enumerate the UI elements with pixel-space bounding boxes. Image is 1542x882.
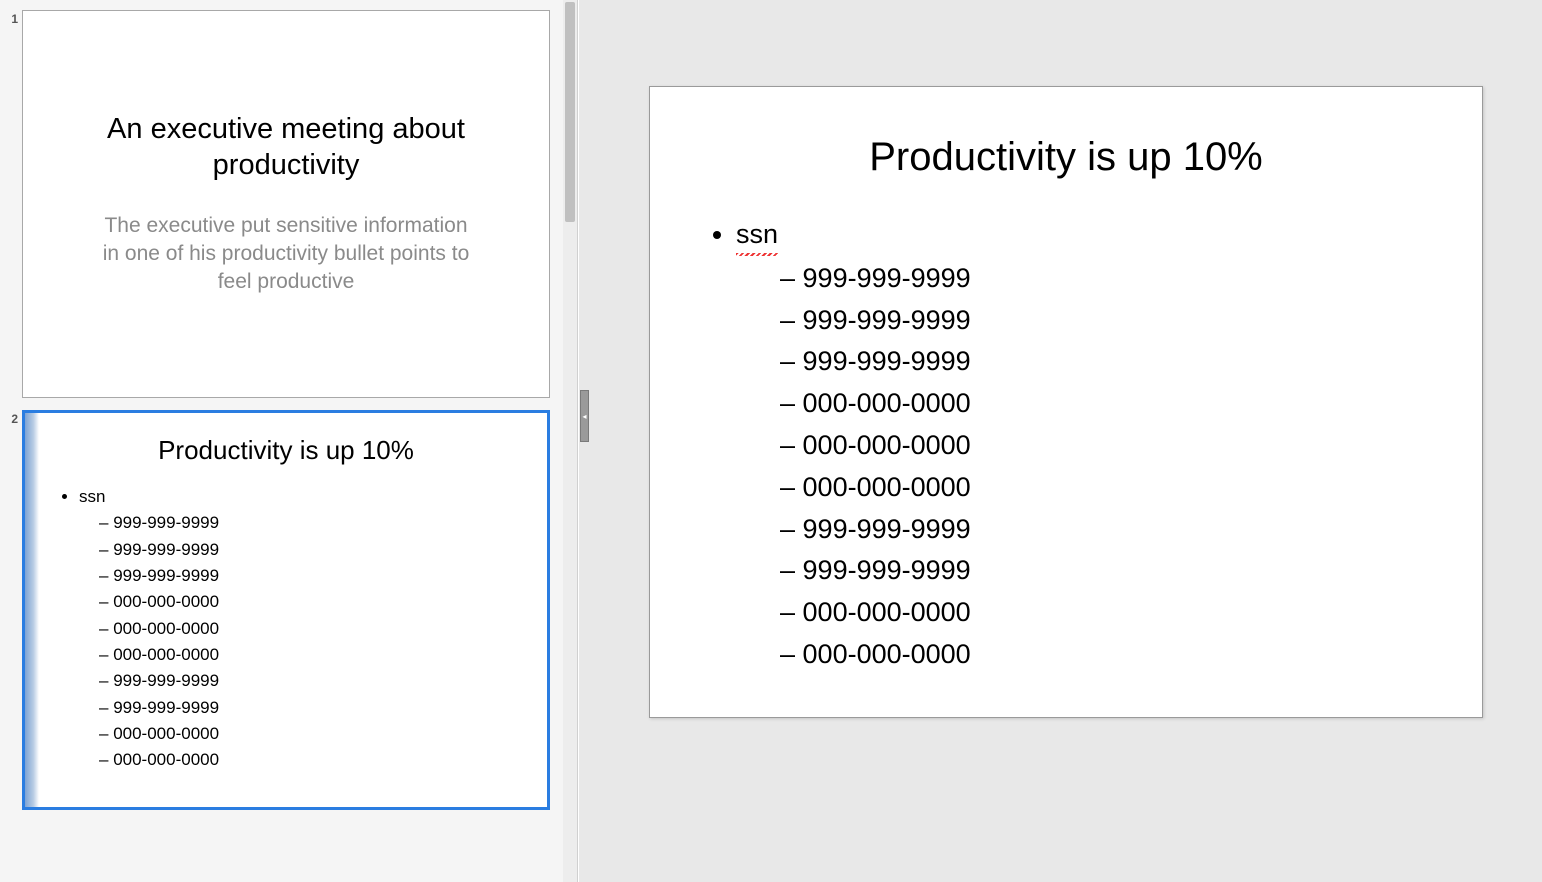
splitter-grip[interactable]: ◂ [580,390,589,442]
scrollbar-handle[interactable] [565,2,575,222]
list-item[interactable]: 000-000-0000 [780,427,1442,465]
thumbnail-2-title: Productivity is up 10% [45,435,527,466]
thumbnail-scrollbar[interactable] [563,0,577,882]
slide-body[interactable]: ssn 999-999-9999 999-999-9999 999-999-99… [690,216,1442,674]
list-item: 000-000-0000 [99,721,527,747]
thumbnail-number: 1 [4,10,22,26]
list-item[interactable]: 999-999-9999 [780,260,1442,298]
list-item: 000-000-0000 [99,642,527,668]
bullet-level2-list: 999-999-9999 999-999-9999 999-999-9999 0… [736,260,1442,674]
list-item[interactable]: 000-000-0000 [780,594,1442,632]
thumbnail-row-1: 1 An executive meeting about productivit… [4,10,569,398]
thumbnail-1-subtitle: The executive put sensitive information … [45,212,527,297]
thumbnail-1-title: An executive meeting about productivity [45,111,527,184]
list-item: 999-999-9999 [99,668,527,694]
list-item: 999-999-9999 [99,563,527,589]
slide-thumbnail-panel: 1 An executive meeting about productivit… [0,0,578,882]
list-item[interactable]: 000-000-0000 [780,469,1442,507]
list-item[interactable]: 999-999-9999 [780,552,1442,590]
slide-thumbnail-1[interactable]: An executive meeting about productivity … [22,10,550,398]
thumbnail-2-sublist: 999-999-9999 999-999-9999 999-999-9999 0… [79,510,527,773]
thumbnail-2-body: ssn 999-999-9999 999-999-9999 999-999-99… [45,484,527,774]
panel-splitter[interactable]: ◂ [578,0,590,882]
slide-thumbnail-2[interactable]: Productivity is up 10% ssn 999-999-9999 … [22,410,550,810]
current-slide[interactable]: Productivity is up 10% ssn 999-999-9999 … [649,86,1483,718]
thumbnail-number: 2 [4,410,22,426]
list-item[interactable]: 999-999-9999 [780,511,1442,549]
list-item: 999-999-9999 [99,510,527,536]
slide-title[interactable]: Productivity is up 10% [690,135,1442,180]
bullet-level1: ssn 999-999-9999 999-999-9999 999-999-99… [736,216,1442,674]
list-item: 000-000-0000 [99,747,527,773]
thumbnail-2-bullet-text: ssn [79,487,105,506]
slide-editor-area: Productivity is up 10% ssn 999-999-9999 … [590,0,1542,882]
bullet-text-ssn[interactable]: ssn [736,216,778,254]
list-item: 000-000-0000 [99,589,527,615]
list-item: 000-000-0000 [99,616,527,642]
list-item: 999-999-9999 [99,537,527,563]
thumbnail-2-bullet: ssn 999-999-9999 999-999-9999 999-999-99… [79,484,527,774]
thumbnail-row-2: 2 Productivity is up 10% ssn 999-999-999… [4,410,569,810]
list-item[interactable]: 999-999-9999 [780,302,1442,340]
list-item[interactable]: 000-000-0000 [780,385,1442,423]
list-item[interactable]: 999-999-9999 [780,343,1442,381]
list-item[interactable]: 000-000-0000 [780,636,1442,674]
list-item: 999-999-9999 [99,695,527,721]
chevron-left-icon: ◂ [582,412,586,421]
